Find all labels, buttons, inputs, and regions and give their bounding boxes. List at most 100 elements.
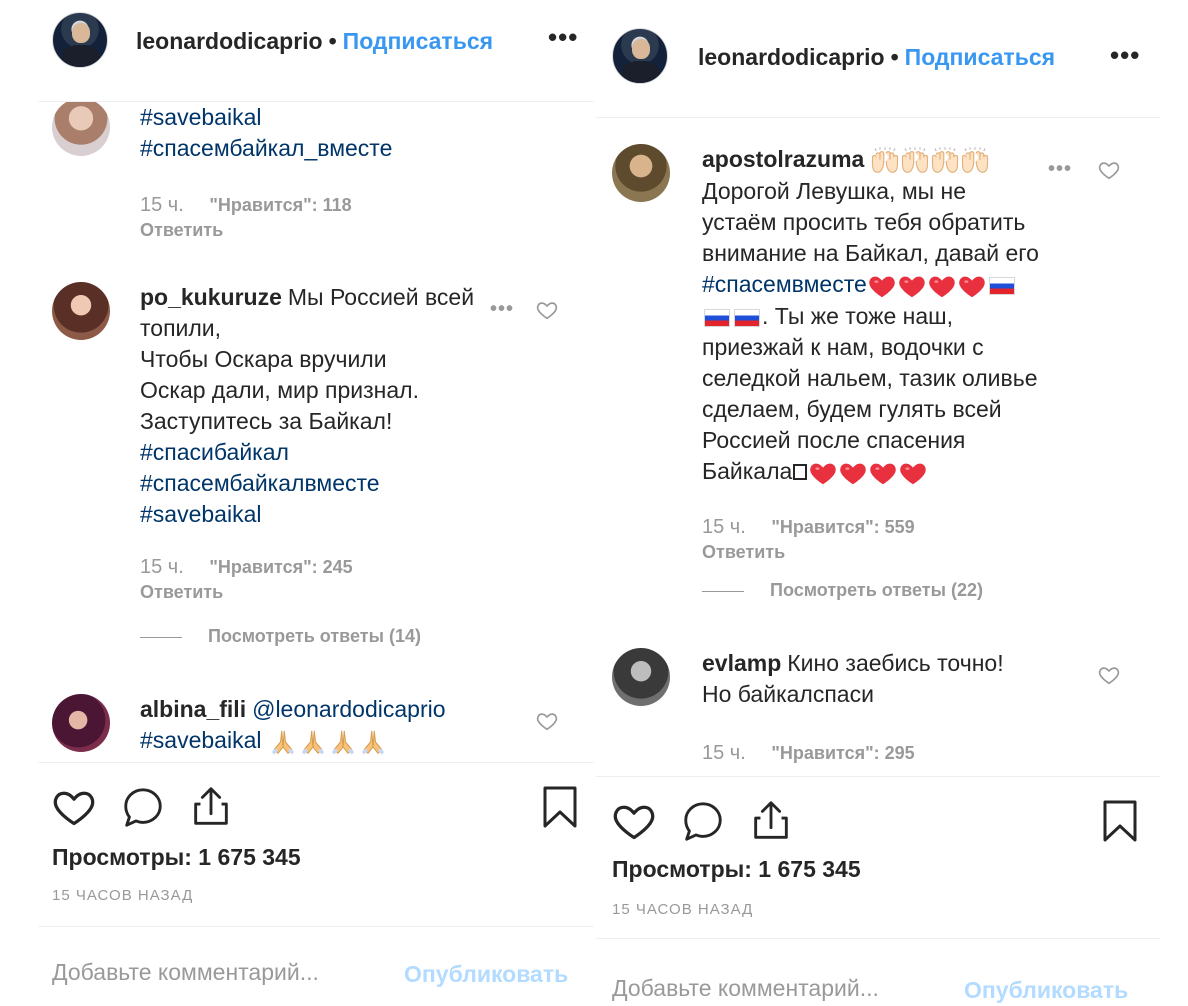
comment-line: Оскар дали, мир признал.	[140, 377, 419, 403]
comment-text: evlamp Кино заебись точно! Но байкалспаси…	[702, 648, 1062, 766]
more-icon[interactable]: •••	[490, 298, 514, 321]
comment-username[interactable]: apostolrazuma	[702, 146, 864, 172]
heart-icon[interactable]	[1098, 159, 1120, 181]
comment-time[interactable]: 15 ч.	[140, 194, 184, 216]
comments-list[interactable]: #savebaikal #спасембайкал_вместе 15 ч. "…	[38, 0, 594, 762]
comment-likes[interactable]: "Нравится": 559	[771, 517, 914, 537]
raising-hands-emoji	[960, 146, 990, 176]
avatar[interactable]	[52, 282, 110, 340]
comment-line: Байкала	[702, 457, 793, 484]
comment-text: #savebaikal #спасембайкал_вместе 15 ч. "…	[140, 102, 510, 242]
heart-icon[interactable]	[1098, 664, 1120, 686]
view-replies-button[interactable]: Посмотреть ответы (14)	[140, 626, 421, 647]
heart-icon[interactable]	[52, 785, 96, 829]
russia-flag-emoji	[988, 276, 1015, 295]
post-header: leonardodicaprio • Подписаться •••	[596, 0, 1160, 118]
divider	[140, 636, 182, 638]
praying-hands-emoji	[358, 727, 388, 757]
comment-likes[interactable]: "Нравится": 118	[209, 195, 351, 215]
owner-avatar[interactable]	[612, 28, 668, 84]
comment-icon[interactable]	[680, 799, 726, 845]
raising-hands-emoji	[930, 146, 960, 176]
divider	[702, 590, 744, 592]
avatar[interactable]	[612, 648, 670, 706]
red-heart-emoji	[927, 271, 957, 301]
praying-hands-emoji	[328, 727, 358, 757]
owner-avatar[interactable]	[52, 12, 108, 68]
post-timestamp[interactable]: 15 ЧАСОВ НАЗАД	[52, 887, 193, 904]
comment-likes[interactable]: "Нравится": 245	[209, 557, 352, 577]
comment-username[interactable]: albina_fili	[140, 696, 246, 722]
owner-line: leonardodicaprio • Подписаться	[136, 28, 493, 55]
post-header: leonardodicaprio • Подписаться •••	[38, 0, 594, 102]
heart-icon[interactable]	[536, 299, 558, 321]
publish-button[interactable]: Опубликовать	[404, 961, 568, 988]
comment-line: Россией после спасения	[702, 426, 966, 453]
bookmark-icon[interactable]	[1102, 799, 1138, 843]
more-icon[interactable]: •••	[1048, 158, 1072, 181]
comment-meta: 15 ч. "Нравится": 559	[702, 514, 1062, 540]
comment-line: Чтобы Оскара вручили	[140, 346, 387, 372]
comment-username[interactable]: evlamp	[702, 650, 781, 676]
comment-line: . Ты же тоже наш,	[762, 302, 954, 329]
hashtag-link[interactable]: #спасемвместе	[702, 271, 867, 297]
owner-username[interactable]: leonardodicaprio	[698, 44, 885, 70]
comment-time[interactable]: 15 ч.	[140, 556, 184, 578]
comment-meta: 15 ч. "Нравится": 245	[140, 554, 510, 580]
comment-time[interactable]: 15 ч.	[702, 516, 746, 538]
views-count: Просмотры: 1 675 345	[52, 844, 301, 870]
follow-button[interactable]: Подписаться	[343, 28, 493, 54]
comment-icon[interactable]	[120, 785, 166, 831]
hashtag-link[interactable]: #savebaikal	[140, 499, 510, 530]
avatar[interactable]	[52, 98, 110, 156]
comment-time[interactable]: 15 ч.	[702, 742, 746, 764]
comment-text: po_kukuruze Мы Россией всей топили, Чтобы…	[140, 282, 510, 604]
post-panel-left: #savebaikal #спасембайкал_вместе 15 ч. "…	[38, 0, 594, 1006]
add-comment-bar: Опубликовать	[38, 926, 594, 1006]
reply-button[interactable]: Ответить	[140, 218, 510, 242]
heart-icon[interactable]	[536, 710, 558, 732]
separator: •	[890, 44, 899, 70]
avatar[interactable]	[52, 694, 110, 752]
view-replies-label: Посмотреть ответы (14)	[208, 626, 421, 646]
bookmark-icon[interactable]	[542, 785, 578, 829]
comment-username[interactable]: po_kukuruze	[140, 284, 282, 310]
reply-button[interactable]: Ответить	[140, 580, 510, 604]
post-actions	[38, 762, 594, 842]
more-icon[interactable]: •••	[548, 22, 578, 53]
comment-likes[interactable]: "Нравится": 295	[771, 743, 914, 763]
hashtag-link[interactable]: #спасембайкалвместе	[140, 468, 510, 499]
view-replies-button[interactable]: Посмотреть ответы (22)	[702, 580, 983, 601]
hashtag-link[interactable]: #спасембайкал_вместе	[140, 133, 510, 164]
avatar[interactable]	[612, 144, 670, 202]
add-comment-input[interactable]	[52, 959, 392, 986]
red-heart-emoji	[808, 458, 838, 488]
raising-hands-emoji	[870, 146, 900, 176]
red-heart-emoji	[957, 271, 987, 301]
comment-line: Кино заебись точно!	[787, 650, 1004, 676]
russia-flag-emoji	[704, 308, 730, 327]
publish-button[interactable]: Опубликовать	[964, 977, 1128, 1004]
unknown-glyph	[793, 463, 808, 480]
mention-link[interactable]: @leonardodicaprio	[252, 696, 445, 722]
reply-button[interactable]: Ответить	[702, 540, 1062, 564]
red-heart-emoji	[838, 458, 868, 488]
hashtag-link[interactable]: #savebaikal	[140, 102, 510, 133]
share-icon[interactable]	[188, 783, 234, 829]
post-timestamp[interactable]: 15 ЧАСОВ НАЗАД	[612, 901, 753, 918]
add-comment-bar: Опубликовать	[596, 938, 1160, 1006]
heart-icon[interactable]	[612, 799, 656, 843]
comment-line: Дорогой Левушка, мы не	[702, 177, 967, 204]
red-heart-emoji	[898, 458, 928, 488]
owner-username[interactable]: leonardodicaprio	[136, 28, 323, 54]
hashtag-link[interactable]: #savebaikal	[140, 727, 261, 753]
hashtag-link[interactable]: #спасибайкал	[140, 437, 510, 468]
views-count: Просмотры: 1 675 345	[612, 856, 861, 882]
add-comment-input[interactable]	[612, 975, 952, 1002]
more-icon[interactable]: •••	[1110, 40, 1140, 71]
share-icon[interactable]	[748, 797, 794, 843]
follow-button[interactable]: Подписаться	[905, 44, 1055, 70]
raising-hands-emoji	[900, 146, 930, 176]
comment-line: приезжай к нам, водочки с	[702, 333, 984, 360]
comment-text: albina_fili @leonardodicaprio #savebaikal	[140, 694, 510, 757]
